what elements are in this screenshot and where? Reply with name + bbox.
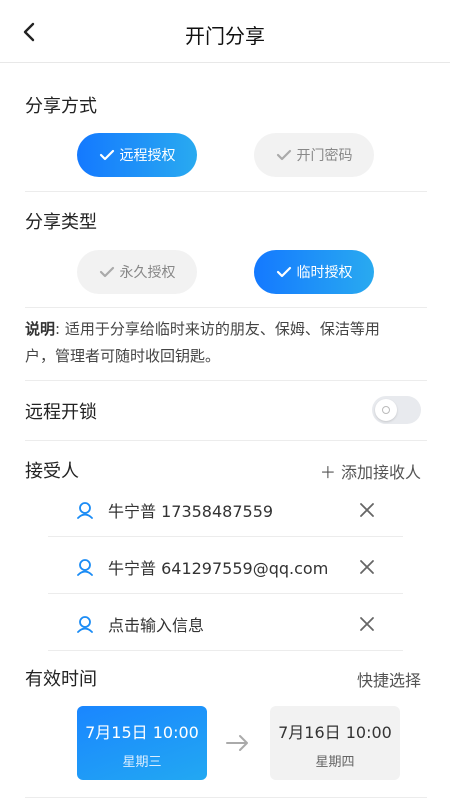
person-icon [77,616,93,633]
person-icon [77,559,93,576]
description-note: 说明: 适用于分享给临时来访的朋友、保姆、保洁等用户，管理者可随时收回钥匙。 [25,316,395,370]
recipient-text: 牛宁普 17358487559 [108,502,274,521]
recipient-text: 牛宁普 641297559@qq.com [108,559,329,578]
recipient-row: 牛宁普 17358487559 [48,484,403,537]
end-date: 7月16日 10:00 [278,723,392,742]
close-icon[interactable] [359,502,375,518]
divider [25,307,427,308]
close-icon[interactable] [359,616,375,632]
check-icon [276,266,291,278]
note-prefix: 说明 [25,320,56,338]
divider [25,797,427,798]
recipients-title: 接受人 [25,461,79,482]
permanent-auth-label: 永久授权 [119,265,176,281]
temporary-auth-option[interactable]: 临时授权 [254,250,374,294]
check-icon [99,149,114,161]
validity-title: 有效时间 [25,669,97,690]
door-password-option[interactable]: 开门密码 [254,133,374,177]
remote-unlock-toggle[interactable] [372,396,421,424]
end-weekday: 星期四 [315,755,355,770]
recipient-row: 牛宁普 641297559@qq.com [48,541,403,594]
share-method-title: 分享方式 [25,96,97,117]
quick-select-button[interactable]: 快捷选择 [357,667,421,691]
end-time-box[interactable]: 7月16日 10:00 星期四 [270,706,400,780]
recipient-input-row[interactable]: 点击输入信息 [48,598,403,651]
divider [25,440,427,441]
person-icon [77,502,93,519]
header-bar: 开门分享 [0,0,450,63]
arrow-right-icon [226,735,248,751]
remote-auth-label: 远程授权 [119,148,176,164]
temporary-auth-label: 临时授权 [296,265,353,281]
permanent-auth-option[interactable]: 永久授权 [77,250,197,294]
add-recipient-button[interactable]: ＋ 添加接收人 [320,459,421,483]
divider [25,380,427,381]
start-date: 7月15日 10:00 [85,723,199,742]
recipient-input-placeholder: 点击输入信息 [108,616,205,635]
close-icon[interactable] [359,559,375,575]
start-weekday: 星期三 [122,755,162,770]
check-icon [99,266,114,278]
remote-unlock-label: 远程开锁 [25,402,97,423]
door-password-label: 开门密码 [296,148,353,164]
toggle-knob [375,399,397,421]
share-type-title: 分享类型 [25,212,97,233]
door-share-page: 开门分享 分享方式 远程授权 开门密码 分享类型 永久授权 临时授权 说明: 适… [0,0,450,800]
start-time-box[interactable]: 7月15日 10:00 星期三 [77,706,207,780]
note-text: : 适用于分享给临时来访的朋友、保姆、保洁等用户，管理者可随时收回钥匙。 [25,320,380,365]
divider [25,191,427,192]
remote-auth-option[interactable]: 远程授权 [77,133,197,177]
page-title: 开门分享 [185,24,265,48]
check-icon [276,149,291,161]
